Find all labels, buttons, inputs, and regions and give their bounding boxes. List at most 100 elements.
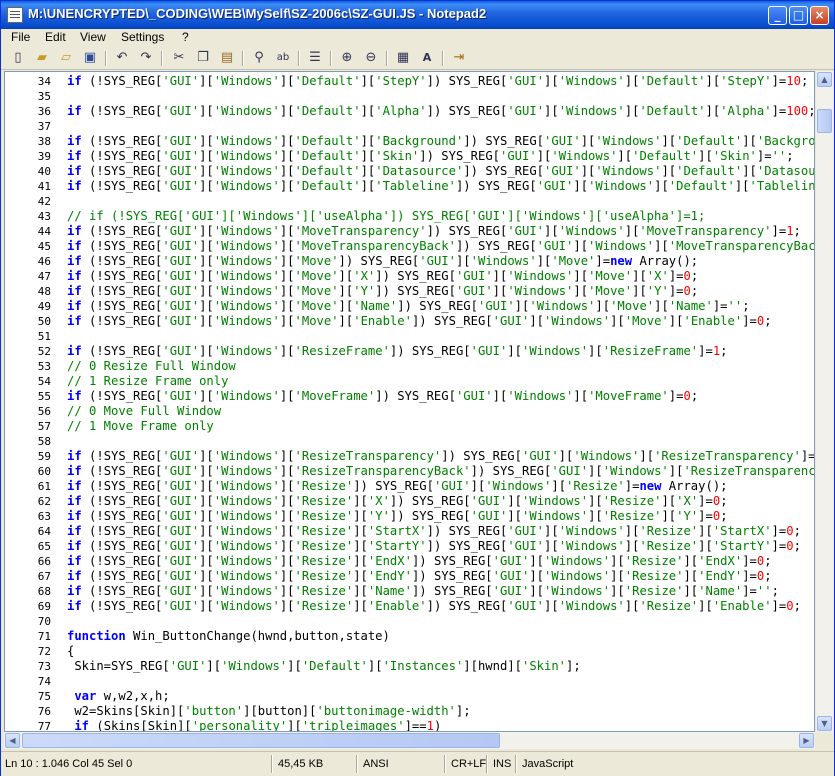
code-line[interactable]: 64 if (!SYS_REG['GUI']['Windows']['Resize… [5, 524, 814, 539]
font-icon[interactable]: A [419, 50, 435, 66]
code-line[interactable]: 46 if (!SYS_REG['GUI']['Windows']['Move']… [5, 254, 814, 269]
browse-icon[interactable]: ▱ [58, 50, 74, 66]
code-line[interactable]: 44 if (!SYS_REG['GUI']['Windows']['MoveTr… [5, 224, 814, 239]
line-text: if (!SYS_REG['GUI']['Windows']['MoveTran… [67, 224, 801, 238]
line-number: 72 [37, 645, 51, 658]
code-line[interactable]: 57 // 1 Move Frame only [5, 419, 814, 434]
notepad-app-icon[interactable] [7, 7, 23, 23]
code-line[interactable]: 74 [5, 674, 814, 689]
code-line[interactable]: 49 if (!SYS_REG['GUI']['Windows']['Move']… [5, 299, 814, 314]
replace-icon[interactable]: ab [275, 50, 291, 66]
maximize-button[interactable]: □ [789, 6, 808, 25]
status-lexer[interactable]: JavaScript [522, 758, 573, 770]
close-button[interactable]: × [810, 6, 829, 25]
code-line[interactable]: 62 if (!SYS_REG['GUI']['Windows']['Resize… [5, 494, 814, 509]
copy-icon[interactable]: ❐ [195, 50, 211, 66]
menu-help[interactable]: ? [182, 30, 189, 44]
menu-settings[interactable]: Settings [121, 30, 164, 44]
line-number: 63 [37, 510, 51, 523]
code-line[interactable]: 38 if (!SYS_REG['GUI']['Windows']['Defaul… [5, 134, 815, 149]
minimize-button[interactable]: _ [768, 6, 787, 25]
undo-icon[interactable]: ↶ [114, 50, 130, 66]
open-icon[interactable]: ▰ [34, 50, 50, 66]
line-text: if (!SYS_REG['GUI']['Windows']['Default'… [67, 134, 815, 148]
line-text: if (!SYS_REG['GUI']['Windows']['Default'… [67, 179, 815, 193]
code-line[interactable]: 50 if (!SYS_REG['GUI']['Windows']['Move']… [5, 314, 814, 329]
code-line[interactable]: 69 if (!SYS_REG['GUI']['Windows']['Resize… [5, 599, 814, 614]
horizontal-scroll-thumb[interactable] [22, 733, 500, 748]
code-line[interactable]: 75 var w,w2,x,h; [5, 689, 814, 704]
line-number: 38 [37, 135, 51, 148]
code-line[interactable]: 42 [5, 194, 814, 209]
code-line[interactable]: 76 w2=Skins[Skin]['button'][button]['but… [5, 704, 814, 719]
code-line[interactable]: 65 if (!SYS_REG['GUI']['Windows']['Resize… [5, 539, 814, 554]
code-line[interactable]: 67 if (!SYS_REG['GUI']['Windows']['Resize… [5, 569, 814, 584]
line-text: if (!SYS_REG['GUI']['Windows']['Resize']… [67, 494, 728, 508]
code-line[interactable]: 70 [5, 614, 814, 629]
line-number: 71 [37, 630, 51, 643]
line-number: 44 [37, 225, 51, 238]
code-line[interactable]: 36 if (!SYS_REG['GUI']['Windows']['Defaul… [5, 104, 814, 119]
scroll-left-arrow-icon[interactable]: ◀ [5, 733, 20, 748]
code-line[interactable]: 73 Skin=SYS_REG['GUI']['Windows']['Defau… [5, 659, 814, 674]
code-line[interactable]: 72 { [5, 644, 814, 659]
code-line[interactable]: 48 if (!SYS_REG['GUI']['Windows']['Move']… [5, 284, 814, 299]
scroll-up-arrow-icon[interactable]: ▲ [817, 72, 832, 87]
code-line[interactable]: 63 if (!SYS_REG['GUI']['Windows']['Resize… [5, 509, 814, 524]
menu-edit[interactable]: Edit [45, 30, 66, 44]
code-line[interactable]: 52 if (!SYS_REG['GUI']['Windows']['Resize… [5, 344, 814, 359]
scroll-right-arrow-icon[interactable]: ▶ [799, 733, 814, 748]
code-line[interactable]: 51 [5, 329, 814, 344]
code-line[interactable]: 54 // 1 Resize Frame only [5, 374, 814, 389]
paste-icon[interactable]: ▤ [219, 50, 235, 66]
line-text: // 0 Resize Full Window [67, 359, 236, 373]
word-wrap-icon[interactable]: ☰ [307, 50, 323, 66]
code-line[interactable]: 39 if (!SYS_REG['GUI']['Windows']['Defaul… [5, 149, 814, 164]
new-icon[interactable]: ▯ [10, 50, 26, 66]
code-line[interactable]: 37 [5, 119, 814, 134]
scroll-down-arrow-icon[interactable]: ▼ [817, 716, 832, 731]
exit-icon[interactable]: ⇥ [451, 50, 467, 66]
code-line[interactable]: 55 if (!SYS_REG['GUI']['Windows']['MoveFr… [5, 389, 814, 404]
status-position: Ln 10 : 1.046 Col 45 Sel 0 [5, 758, 133, 770]
status-encoding[interactable]: ANSI [363, 758, 389, 770]
menu-view[interactable]: View [80, 30, 106, 44]
status-line-endings[interactable]: CR+LF [451, 758, 486, 770]
code-line[interactable]: 59 if (!SYS_REG['GUI']['Windows']['Resize… [5, 449, 814, 464]
cut-icon[interactable]: ✂ [171, 50, 187, 66]
code-editor[interactable]: 34 if (!SYS_REG['GUI']['Windows']['Defaul… [4, 71, 815, 732]
zoom-out-icon[interactable]: ⊖ [363, 50, 379, 66]
code-line[interactable]: 61 if (!SYS_REG['GUI']['Windows']['Resize… [5, 479, 814, 494]
code-line[interactable]: 68 if (!SYS_REG['GUI']['Windows']['Resize… [5, 584, 814, 599]
code-line[interactable]: 43 // if (!SYS_REG['GUI']['Windows']['use… [5, 209, 814, 224]
menu-file[interactable]: File [11, 30, 30, 44]
save-icon[interactable]: ▣ [82, 50, 98, 66]
line-number: 67 [37, 570, 51, 583]
code-line[interactable]: 35 [5, 89, 814, 104]
line-text: // 0 Move Full Window [67, 404, 222, 418]
code-line[interactable]: 40 if (!SYS_REG['GUI']['Windows']['Defaul… [5, 164, 814, 179]
scheme-icon[interactable]: ▦ [395, 50, 411, 66]
code-line[interactable]: 71 function Win_ButtonChange(hwnd,button,… [5, 629, 814, 644]
code-line[interactable]: 45 if (!SYS_REG['GUI']['Windows']['MoveTr… [5, 239, 814, 254]
code-line[interactable]: 47 if (!SYS_REG['GUI']['Windows']['Move']… [5, 269, 814, 284]
menu-bar: File Edit View Settings ? [1, 29, 834, 47]
code-line[interactable]: 60 if (!SYS_REG['GUI']['Windows']['Resize… [5, 464, 814, 479]
zoom-in-icon[interactable]: ⊕ [339, 50, 355, 66]
code-line[interactable]: 41 if (!SYS_REG['GUI']['Windows']['Defaul… [5, 179, 815, 194]
title-bar[interactable]: M:\UNENCRYPTED\_CODING\WEB\MySelf\SZ-200… [1, 1, 834, 29]
find-icon[interactable]: ⚲ [251, 50, 267, 66]
code-line[interactable]: 34 if (!SYS_REG['GUI']['Windows']['Defaul… [5, 74, 814, 89]
line-number: 64 [37, 525, 51, 538]
code-line[interactable]: 66 if (!SYS_REG['GUI']['Windows']['Resize… [5, 554, 814, 569]
horizontal-scrollbar[interactable]: ◀ ▶ [4, 732, 815, 749]
code-line[interactable]: 56 // 0 Move Full Window [5, 404, 814, 419]
vertical-scroll-thumb[interactable] [817, 109, 832, 133]
code-line[interactable]: 58 [5, 434, 814, 449]
redo-icon[interactable]: ↷ [138, 50, 154, 66]
line-number: 34 [37, 75, 51, 88]
code-line[interactable]: 53 // 0 Resize Full Window [5, 359, 814, 374]
line-number: 51 [37, 330, 51, 343]
vertical-scrollbar[interactable]: ▲ ▼ [815, 71, 833, 732]
code-line[interactable]: 77 if (Skins[Skin]['personality']['tripl… [5, 719, 814, 731]
